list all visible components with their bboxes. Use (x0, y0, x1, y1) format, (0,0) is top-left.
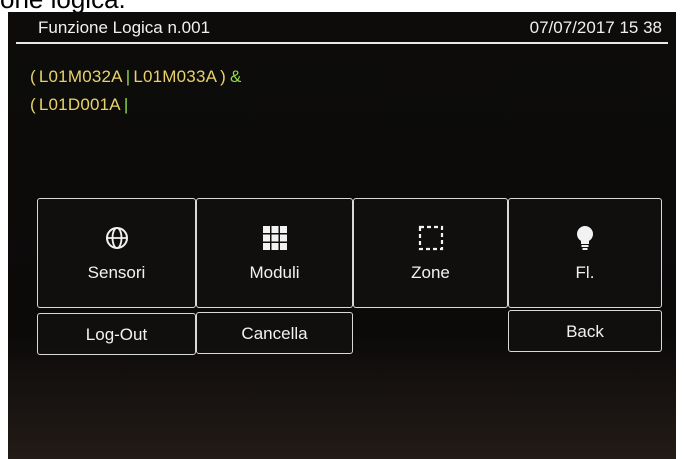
expression-term: L01M033A (133, 67, 218, 86)
close-paren: ) (220, 67, 227, 86)
cancella-label: Cancella (241, 324, 308, 343)
lightbulb-icon (570, 223, 600, 253)
grid-icon (260, 223, 290, 253)
sensori-label: Sensori (87, 263, 146, 282)
logout-label: Log-Out (85, 325, 148, 344)
moduli-button[interactable]: Moduli (196, 198, 353, 308)
dashed-square-icon (416, 223, 446, 253)
or-operator: | (125, 67, 131, 86)
title-bar: Funzione Logica n.001 07/07/2017 15 38 (16, 14, 668, 44)
back-label: Back (566, 322, 604, 341)
device-screen: Funzione Logica n.001 07/07/2017 15 38 (… (8, 12, 676, 459)
open-paren: ( (30, 67, 36, 86)
zone-label: Zone (411, 263, 450, 282)
page-title: Funzione Logica n.001 (38, 18, 211, 37)
and-operator: & (230, 67, 242, 86)
expression-line-2: (L01D001A | (30, 95, 131, 115)
date-time: 07/07/2017 15 38 (529, 18, 662, 37)
expression-term: L01M032A (38, 67, 123, 86)
expression-term: L01D001A (38, 95, 121, 114)
sensori-button[interactable]: Sensori (37, 198, 196, 308)
globe-icon (102, 223, 132, 253)
or-operator: | (123, 95, 129, 114)
fl-button[interactable]: Fl. (508, 198, 662, 308)
moduli-label: Moduli (249, 263, 300, 282)
cancella-button[interactable]: Cancella (196, 312, 353, 354)
fl-label: Fl. (575, 263, 595, 282)
expression-line-1: (L01M032A | L01M033A) & (30, 67, 242, 87)
open-paren: ( (30, 95, 36, 114)
zone-button[interactable]: Zone (353, 198, 508, 308)
back-button[interactable]: Back (508, 310, 662, 352)
logout-button[interactable]: Log-Out (37, 313, 196, 355)
